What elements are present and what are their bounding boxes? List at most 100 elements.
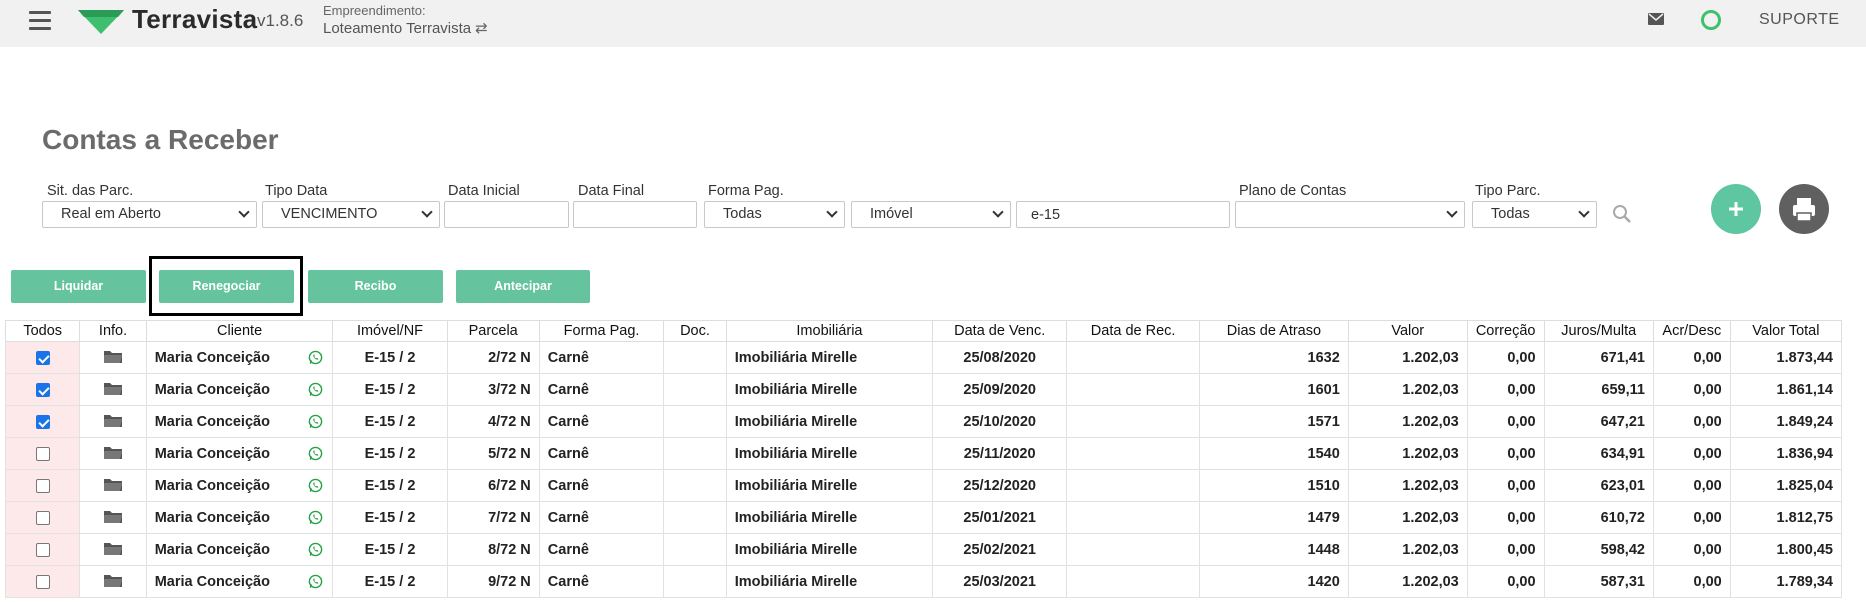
cliente-cell: Maria Conceição: [145, 405, 334, 438]
folder-icon[interactable]: [103, 446, 123, 464]
header-dias-atraso: Dias de Atraso: [1199, 320, 1349, 342]
search-input[interactable]: e-15: [1016, 201, 1230, 228]
row-checkbox[interactable]: [35, 382, 50, 397]
whatsapp-icon[interactable]: [308, 350, 323, 369]
plus-icon: [1729, 202, 1743, 216]
row-checkbox[interactable]: [35, 446, 50, 461]
row-checkbox[interactable]: [35, 574, 50, 589]
dias-atraso-cell: 1571: [1199, 405, 1349, 438]
dias-atraso-cell: 1540: [1199, 437, 1349, 470]
tipo-parc-label: Tipo Parc.: [1475, 183, 1541, 199]
folder-icon[interactable]: [103, 382, 123, 400]
folder-icon[interactable]: [103, 478, 123, 496]
search-icon[interactable]: [1612, 204, 1632, 224]
tipo-parc-select[interactable]: Todas: [1472, 201, 1597, 228]
valor-cell: 1.202,03: [1347, 533, 1468, 566]
row-checkbox[interactable]: [35, 350, 50, 365]
valor-total-cell: 1.825,04: [1729, 469, 1843, 502]
chevron-down-icon: [826, 206, 838, 218]
info-cell: [79, 565, 147, 598]
support-link[interactable]: SUPORTE: [1759, 11, 1840, 29]
folder-icon[interactable]: [103, 510, 123, 528]
antecipar-button[interactable]: Antecipar: [456, 270, 590, 303]
doc-cell: [663, 437, 727, 470]
table-row[interactable]: Maria Conceição E-15 / 2 8/72 N Carnê Imobil…: [4, 533, 1843, 566]
row-checkbox[interactable]: [35, 414, 50, 429]
whatsapp-icon[interactable]: [308, 478, 323, 497]
chevron-down-icon: [421, 206, 433, 218]
whatsapp-icon[interactable]: [308, 574, 323, 593]
dias-atraso-cell: 1420: [1199, 565, 1349, 598]
folder-icon[interactable]: [103, 574, 123, 592]
parcela-cell: 3/72 N: [446, 373, 540, 406]
table-header-row: Todos Info. Cliente Imóvel/NF Parcela Forma P…: [4, 320, 1843, 342]
juros-multa-cell: 587,31: [1543, 565, 1654, 598]
folder-icon[interactable]: [103, 542, 123, 560]
table-row[interactable]: Maria Conceição E-15 / 2 2/72 N Carnê Imobil…: [4, 341, 1843, 374]
correcao-cell: 0,00: [1466, 373, 1545, 406]
print-button[interactable]: [1779, 184, 1829, 234]
cliente-name: Maria Conceição: [154, 413, 270, 430]
data-inicial-input[interactable]: [444, 201, 569, 228]
cliente-cell: Maria Conceição: [145, 437, 334, 470]
mail-icon[interactable]: [1648, 13, 1664, 25]
forma-pag-value: Todas: [723, 206, 762, 222]
header-todos[interactable]: Todos: [4, 320, 81, 342]
table-row[interactable]: Maria Conceição E-15 / 2 6/72 N Carnê Imobil…: [4, 469, 1843, 502]
row-checkbox[interactable]: [35, 478, 50, 493]
table-row[interactable]: Maria Conceição E-15 / 2 5/72 N Carnê Imobil…: [4, 437, 1843, 470]
cliente-name: Maria Conceição: [154, 541, 270, 558]
chevron-down-icon: [992, 206, 1004, 218]
liquidar-button[interactable]: Liquidar: [11, 270, 146, 303]
doc-cell: [663, 565, 727, 598]
table-row[interactable]: Maria Conceição E-15 / 2 7/72 N Carnê Imobil…: [4, 501, 1843, 534]
whatsapp-icon[interactable]: [308, 510, 323, 529]
doc-cell: [663, 469, 727, 502]
whatsapp-icon[interactable]: [308, 382, 323, 401]
folder-icon[interactable]: [103, 414, 123, 432]
row-checkbox[interactable]: [35, 510, 50, 525]
parcela-cell: 9/72 N: [446, 565, 540, 598]
table-row[interactable]: Maria Conceição E-15 / 2 9/72 N Carnê Imobil…: [4, 565, 1843, 598]
imovel-select[interactable]: Imóvel: [851, 201, 1011, 228]
dias-atraso-cell: 1448: [1199, 533, 1349, 566]
valor-cell: 1.202,03: [1347, 341, 1468, 374]
whatsapp-icon[interactable]: [308, 542, 323, 561]
whatsapp-icon[interactable]: [308, 446, 323, 465]
whatsapp-icon[interactable]: [308, 414, 323, 433]
cliente-name: Maria Conceição: [154, 509, 270, 526]
data-final-input[interactable]: [573, 201, 697, 228]
header-doc: Doc.: [663, 320, 727, 342]
swap-icon: ⇄: [475, 20, 488, 37]
forma-pag-cell: Carnê: [538, 341, 665, 374]
valor-total-cell: 1.789,34: [1729, 565, 1843, 598]
tipo-data-select[interactable]: VENCIMENTO: [262, 201, 440, 228]
acr-desc-cell: 0,00: [1652, 501, 1731, 534]
empreendimento-selector[interactable]: Loteamento Terravista ⇄: [323, 19, 488, 37]
table-row[interactable]: Maria Conceição E-15 / 2 3/72 N Carnê Imobil…: [4, 373, 1843, 406]
acr-desc-cell: 0,00: [1652, 533, 1731, 566]
recibo-button[interactable]: Recibo: [308, 270, 443, 303]
add-button[interactable]: [1711, 184, 1761, 234]
imovel-cell: E-15 / 2: [332, 405, 448, 438]
forma-pag-cell: Carnê: [538, 373, 665, 406]
data-rec-cell: [1066, 437, 1201, 470]
plano-contas-select[interactable]: [1235, 201, 1465, 228]
dias-atraso-cell: 1479: [1199, 501, 1349, 534]
valor-total-cell: 1.849,24: [1729, 405, 1843, 438]
sit-parc-select[interactable]: Real em Aberto: [42, 201, 257, 228]
folder-icon[interactable]: [103, 350, 123, 368]
menu-icon[interactable]: [29, 11, 51, 31]
header-parcela: Parcela: [446, 320, 540, 342]
imobiliaria-cell: Imobiliária Mirelle: [725, 437, 934, 470]
printer-icon: [1793, 198, 1815, 222]
table-row[interactable]: Maria Conceição E-15 / 2 4/72 N Carnê Imobil…: [4, 405, 1843, 438]
data-venc-cell: 25/10/2020: [932, 405, 1068, 438]
data-venc-cell: 25/09/2020: [932, 373, 1068, 406]
cliente-cell: Maria Conceição: [145, 501, 334, 534]
forma-pag-select[interactable]: Todas: [704, 201, 845, 228]
doc-cell: [663, 373, 727, 406]
acr-desc-cell: 0,00: [1652, 341, 1731, 374]
row-checkbox[interactable]: [35, 542, 50, 557]
dias-atraso-cell: 1510: [1199, 469, 1349, 502]
